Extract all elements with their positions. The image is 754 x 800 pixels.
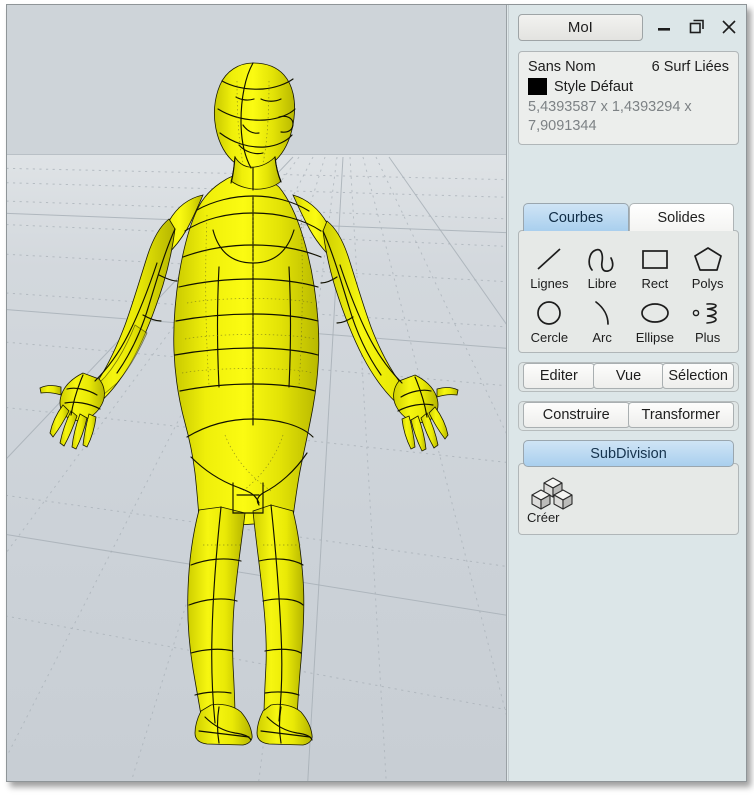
circle-icon [532, 296, 566, 329]
rectangle-icon [638, 242, 672, 275]
tool-palette: Courbes Solides Lignes Libre Rect Polys … [518, 203, 739, 354]
cubes-icon [527, 476, 579, 510]
menu-editer[interactable]: Editer [523, 363, 595, 390]
object-info-panel[interactable]: Sans Nom 6 Surf Liées Style Défaut 5,439… [518, 51, 739, 146]
polygon-icon [691, 242, 725, 275]
tool-lignes[interactable]: Lignes [523, 240, 576, 292]
ellipse-icon [638, 296, 672, 329]
tool-cercle[interactable]: Cercle [523, 294, 576, 346]
close-button[interactable] [719, 16, 740, 38]
viewport-3d[interactable] [7, 5, 507, 781]
menu-transformer[interactable]: Transformer [627, 402, 734, 429]
menu-vue[interactable]: Vue [592, 363, 665, 390]
restore-button[interactable] [686, 16, 707, 38]
menu-row-secondary: Construire Transformer [518, 401, 739, 432]
tool-rect[interactable]: Rect [629, 240, 682, 292]
tool-label: Lignes [530, 276, 569, 292]
tool-arc[interactable]: Arc [576, 294, 629, 346]
object-info-row-style[interactable]: Style Défaut [528, 78, 729, 95]
app-title-button[interactable]: MoI [518, 14, 643, 41]
tool-libre[interactable]: Libre [576, 240, 629, 292]
menu-row-primary: Editer Vue Sélection [518, 362, 739, 393]
tool-label: Cercle [530, 330, 569, 346]
subdivision-body: Créer [518, 463, 739, 536]
window-frame: MoI Sans Nom 6 Surf Liées Style Défaut 5… [6, 4, 747, 782]
tool-grid: Lignes Libre Rect Polys Cercle Arc Ellip… [523, 240, 734, 346]
menu-selection[interactable]: Sélection [662, 363, 735, 390]
application-window: MoI Sans Nom 6 Surf Liées Style Défaut 5… [0, 0, 754, 800]
tool-creer[interactable]: Créer [527, 474, 579, 526]
restore-icon [689, 19, 704, 34]
tool-label: Créer [527, 510, 560, 526]
helix-more-icon [689, 296, 727, 329]
tool-label: Ellipse [635, 330, 675, 346]
viewport-grid [7, 62, 506, 781]
subdivision-header-button[interactable]: SubDivision [523, 440, 734, 468]
panel-spacer [509, 145, 746, 203]
side-panel: MoI Sans Nom 6 Surf Liées Style Défaut 5… [508, 5, 746, 781]
object-name: Sans Nom [528, 59, 596, 75]
object-info-row-name: Sans Nom 6 Surf Liées [528, 59, 729, 75]
palette-tabs: Courbes Solides [523, 203, 734, 232]
menu-construire[interactable]: Construire [523, 402, 630, 429]
minimize-icon [658, 28, 671, 31]
object-dimensions: 5,4393587 x 1,4393294 x 7,9091344 [528, 99, 692, 134]
object-style-label: Style Défaut [554, 78, 633, 95]
tool-label: Polys [691, 276, 724, 292]
tool-label: Libre [587, 276, 617, 292]
arc-icon [585, 296, 619, 329]
tool-ellipse[interactable]: Ellipse [629, 294, 682, 346]
tool-label: Arc [592, 330, 612, 346]
tool-polys[interactable]: Polys [681, 240, 734, 292]
tab-courbes[interactable]: Courbes [523, 203, 629, 232]
tool-plus[interactable]: Plus [681, 294, 734, 346]
close-icon [722, 20, 736, 34]
minimize-button[interactable] [654, 16, 675, 38]
object-surface-count: 6 Surf Liées [651, 59, 729, 75]
tool-label: Rect [641, 276, 669, 292]
tab-solides[interactable]: Solides [628, 203, 734, 232]
style-color-swatch[interactable] [528, 78, 547, 95]
subdivision-group: SubDivision Créer [518, 440, 739, 536]
titlebar: MoI [509, 5, 746, 51]
tool-label: Plus [694, 330, 721, 346]
line-icon [532, 242, 566, 275]
tool-grid-container: Lignes Libre Rect Polys Cercle Arc Ellip… [518, 230, 739, 354]
freeform-curve-icon [585, 242, 619, 275]
